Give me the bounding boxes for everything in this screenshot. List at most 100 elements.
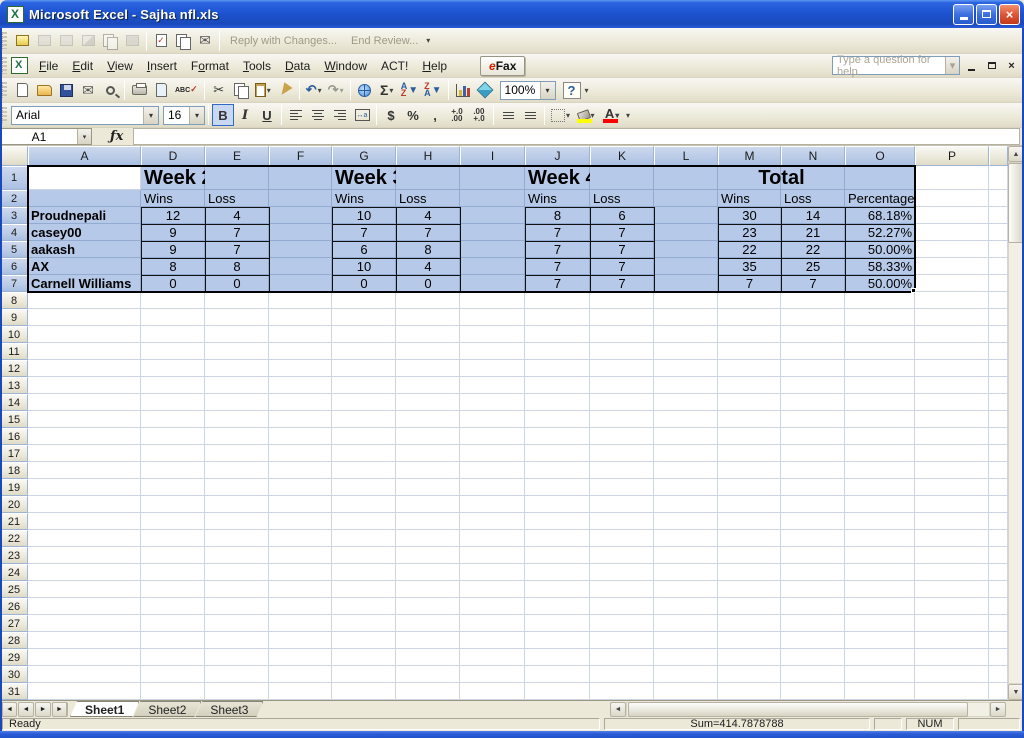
cell-A14[interactable] [28, 394, 141, 411]
row-header-31[interactable]: 31 [0, 683, 28, 700]
cell-G2[interactable] [332, 190, 396, 207]
cell-M8[interactable] [718, 292, 781, 309]
chevron-down-icon[interactable]: ▾ [189, 107, 204, 124]
cell-J26[interactable] [525, 598, 590, 615]
cell-N18[interactable] [781, 462, 845, 479]
cell-G15[interactable] [332, 411, 396, 428]
cell-H11[interactable] [396, 343, 460, 360]
cell-O13[interactable] [845, 377, 915, 394]
cell-O19[interactable] [845, 479, 915, 496]
cell-D14[interactable] [141, 394, 205, 411]
cell-E12[interactable] [205, 360, 269, 377]
cell-N23[interactable] [781, 547, 845, 564]
cell-A10[interactable] [28, 326, 141, 343]
cell-O16[interactable] [845, 428, 915, 445]
cell-E30[interactable] [205, 666, 269, 683]
cell-P25[interactable] [915, 581, 989, 598]
row-header-3[interactable]: 3 [0, 207, 28, 224]
cell-O27[interactable] [845, 615, 915, 632]
cell-P6[interactable] [915, 258, 989, 275]
cell-P24[interactable] [915, 564, 989, 581]
cell-O30[interactable] [845, 666, 915, 683]
first-sheet-button[interactable]: ◄ [1, 702, 17, 717]
cell-H28[interactable] [396, 632, 460, 649]
cell-N14[interactable] [781, 394, 845, 411]
cell-E27[interactable] [205, 615, 269, 632]
autocalculate-panel[interactable]: Sum=414.7878788 [604, 718, 870, 730]
cell-I27[interactable] [460, 615, 525, 632]
cell-K19[interactable] [590, 479, 654, 496]
cell-A19[interactable] [28, 479, 141, 496]
cell-N27[interactable] [781, 615, 845, 632]
cell-E11[interactable] [205, 343, 269, 360]
cell-I18[interactable] [460, 462, 525, 479]
menu-insert[interactable]: Insert [140, 56, 184, 76]
cell-L28[interactable] [654, 632, 718, 649]
cell-q3[interactable] [989, 207, 1008, 224]
cell-D2[interactable] [141, 190, 205, 207]
cell-H24[interactable] [396, 564, 460, 581]
cell-F3[interactable] [269, 207, 332, 224]
row-header-17[interactable]: 17 [0, 445, 28, 462]
cell-J3[interactable] [525, 207, 590, 224]
cell-H29[interactable] [396, 649, 460, 666]
chevron-down-icon[interactable]: ▾ [540, 82, 555, 99]
cell-K17[interactable] [590, 445, 654, 462]
cell-F25[interactable] [269, 581, 332, 598]
cell-q16[interactable] [989, 428, 1008, 445]
cell-J11[interactable] [525, 343, 590, 360]
cell-H16[interactable] [396, 428, 460, 445]
cell-M15[interactable] [718, 411, 781, 428]
cell-J20[interactable] [525, 496, 590, 513]
cell-q21[interactable] [989, 513, 1008, 530]
chevron-down-icon[interactable]: ▾ [318, 86, 322, 95]
cell-L11[interactable] [654, 343, 718, 360]
underline-button[interactable]: U [256, 104, 278, 126]
menu-file[interactable]: File [32, 56, 65, 76]
cell-H27[interactable] [396, 615, 460, 632]
cell-F28[interactable] [269, 632, 332, 649]
cell-P27[interactable] [915, 615, 989, 632]
horizontal-scrollbar[interactable]: ◄ ► [610, 702, 1006, 717]
name-box[interactable]: A1 ▾ [0, 128, 92, 145]
cell-M10[interactable] [718, 326, 781, 343]
sheet-tab-sheet1[interactable]: Sheet1 [70, 701, 139, 717]
cell-J28[interactable] [525, 632, 590, 649]
cell-q19[interactable] [989, 479, 1008, 496]
cell-L20[interactable] [654, 496, 718, 513]
cell-F27[interactable] [269, 615, 332, 632]
cell-K25[interactable] [590, 581, 654, 598]
row-header-6[interactable]: 6 [0, 258, 28, 275]
cell-N29[interactable] [781, 649, 845, 666]
cell-N4[interactable] [781, 224, 845, 241]
cell-G26[interactable] [332, 598, 396, 615]
cell-G30[interactable] [332, 666, 396, 683]
cell-H7[interactable] [396, 275, 460, 292]
cell-K24[interactable] [590, 564, 654, 581]
cell-q13[interactable] [989, 377, 1008, 394]
column-header-E[interactable]: E [205, 146, 269, 166]
cell-N26[interactable] [781, 598, 845, 615]
cell-D30[interactable] [141, 666, 205, 683]
cell-K18[interactable] [590, 462, 654, 479]
cell-K22[interactable] [590, 530, 654, 547]
cell-q4[interactable] [989, 224, 1008, 241]
cell-P19[interactable] [915, 479, 989, 496]
cell-I31[interactable] [460, 683, 525, 700]
cell-M25[interactable] [718, 581, 781, 598]
new-document-button[interactable] [11, 79, 33, 101]
cell-H2[interactable] [396, 190, 460, 207]
cell-M27[interactable] [718, 615, 781, 632]
cell-D1[interactable] [141, 166, 205, 190]
cell-F24[interactable] [269, 564, 332, 581]
cell-K13[interactable] [590, 377, 654, 394]
save-button[interactable] [55, 79, 77, 101]
cell-H17[interactable] [396, 445, 460, 462]
cell-K7[interactable] [590, 275, 654, 292]
cell-J4[interactable] [525, 224, 590, 241]
cell-K2[interactable] [590, 190, 654, 207]
cell-L30[interactable] [654, 666, 718, 683]
cell-E4[interactable] [205, 224, 269, 241]
print-button[interactable] [128, 79, 150, 101]
cell-D10[interactable] [141, 326, 205, 343]
